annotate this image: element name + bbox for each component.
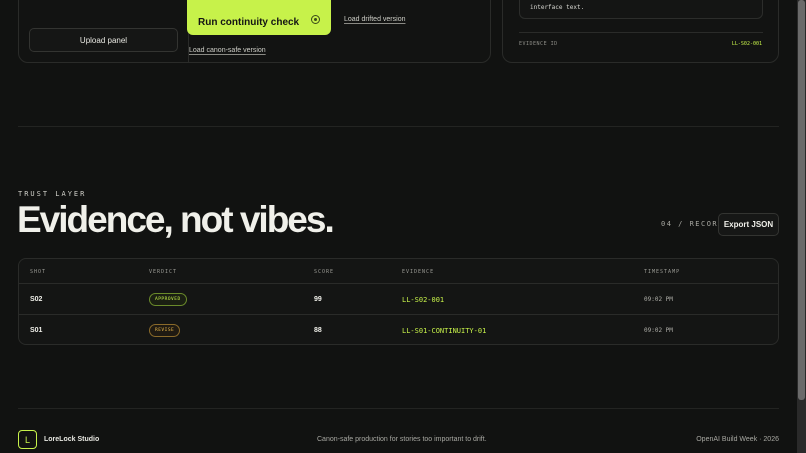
section-headline: Evidence, not vibes.	[17, 199, 335, 240]
divider	[519, 32, 763, 33]
cell-verdict: REVISE	[149, 315, 181, 344]
cell-shot: S01	[30, 327, 43, 334]
cell-shot: S02	[30, 296, 43, 303]
upload-panel-button[interactable]: Upload panel	[29, 28, 178, 52]
cell-timestamp: 09:02 PM	[644, 296, 673, 303]
table-row[interactable]: S02 APPROVED 99 LL-S02-001 09:02 PM	[19, 284, 778, 315]
target-icon	[311, 15, 320, 24]
table-row[interactable]: S01 REVISE 88 LL-S01-CONTINUITY-01 09:02…	[19, 315, 778, 344]
page-scrollbar[interactable]	[797, 0, 806, 453]
code-text: interface text.	[530, 4, 585, 11]
table-header: SHOT VERDICT SCORE EVIDENCE TIMESTAMP	[19, 259, 778, 284]
footer-divider	[18, 408, 779, 409]
evidence-id-value: LL-S02-001	[731, 41, 762, 47]
status-badge: APPROVED	[149, 293, 187, 306]
footer-tagline: Canon-safe production for stories too im…	[317, 436, 487, 443]
header-verdict: VERDICT	[149, 269, 178, 275]
evidence-id-label: EVIDENCE ID	[519, 41, 558, 47]
scrollbar-thumb[interactable]	[798, 0, 805, 400]
cell-score: 99	[314, 296, 322, 303]
header-evidence: EVIDENCE	[402, 269, 435, 275]
cell-evidence: LL-S01-CONTINUITY-01	[402, 326, 487, 335]
studio-name: LoreLock Studio	[44, 436, 100, 443]
header-shot: SHOT	[30, 269, 47, 275]
cell-score: 88	[314, 327, 322, 334]
load-drifted-link[interactable]: Load drifted version	[344, 16, 405, 23]
record-counter: 04 / RECORD	[661, 220, 724, 228]
build-week-label: OpenAI Build Week · 2026	[696, 436, 779, 443]
cell-timestamp: 09:02 PM	[644, 327, 673, 334]
load-canon-safe-link[interactable]: Load canon-safe version	[189, 47, 266, 54]
status-badge: REVISE	[149, 324, 181, 337]
run-continuity-label: Run continuity check	[198, 17, 300, 28]
export-json-button[interactable]: Export JSON	[718, 213, 779, 236]
section-divider	[18, 126, 779, 127]
header-score: SCORE	[314, 269, 335, 275]
code-output: interface text.	[519, 0, 763, 19]
header-timestamp: TIMESTAMP	[644, 269, 681, 275]
section-eyebrow: TRUST LAYER	[18, 190, 87, 198]
cell-verdict: APPROVED	[149, 284, 187, 315]
run-continuity-check-button[interactable]: Run continuity check	[187, 0, 331, 35]
evidence-table: SHOT VERDICT SCORE EVIDENCE TIMESTAMP S0…	[18, 258, 779, 345]
cell-evidence: LL-S02-001	[402, 295, 445, 304]
evidence-panel: interface text. EVIDENCE ID LL-S02-001	[502, 0, 779, 63]
logo[interactable]: L	[18, 430, 37, 449]
